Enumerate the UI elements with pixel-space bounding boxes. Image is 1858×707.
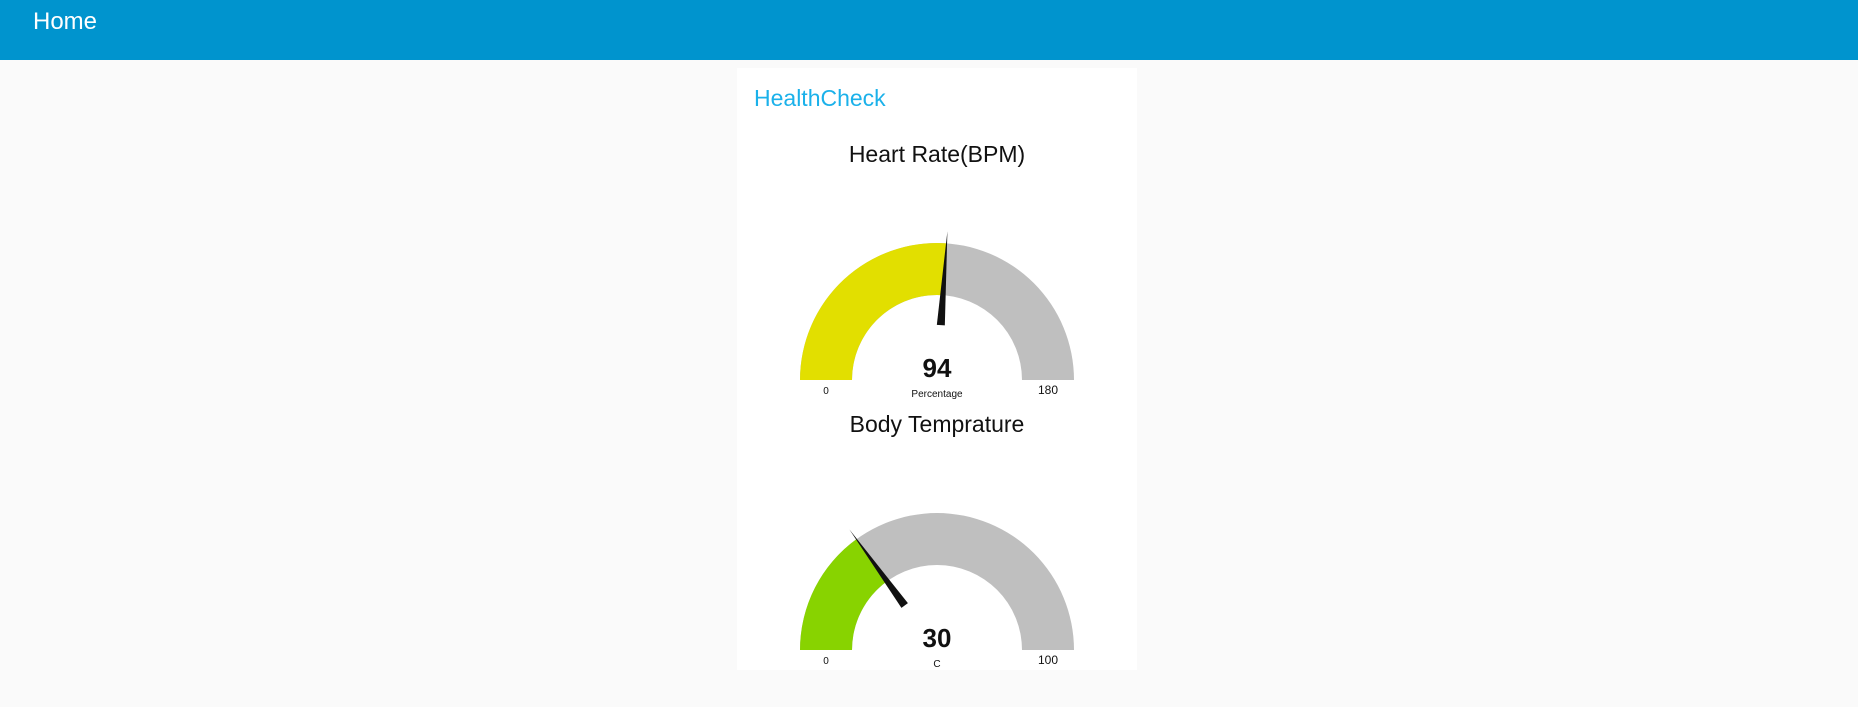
gauge-units-text: C bbox=[933, 659, 940, 670]
body-temperature-gauge-dial: 30 C 0 100 bbox=[800, 513, 1074, 670]
gauge-min-label: 0 bbox=[823, 656, 829, 667]
gauge-value-text: 94 bbox=[923, 353, 952, 383]
gauge-max-label: 180 bbox=[1038, 383, 1058, 397]
heart-rate-gauge: Heart Rate(BPM) 94 Percentage 0 180 bbox=[737, 140, 1137, 430]
gauge-title: Body Temprature bbox=[849, 411, 1025, 437]
gauge-max-label: 100 bbox=[1038, 653, 1058, 667]
gauge-units-text: Percentage bbox=[911, 389, 963, 400]
group-title: HealthCheck bbox=[754, 85, 886, 111]
top-toolbar: Home bbox=[0, 0, 1858, 60]
page-title: Home bbox=[33, 8, 98, 35]
gauge-min-label: 0 bbox=[823, 386, 829, 397]
gauge-value-text: 30 bbox=[923, 623, 952, 653]
heart-rate-gauge-dial: 94 Percentage 0 180 bbox=[800, 231, 1074, 400]
body-temperature-gauge: Body Temprature 30 C 0 100 bbox=[737, 410, 1137, 670]
gauge-title: Heart Rate(BPM) bbox=[848, 141, 1026, 167]
healthcheck-group-card: HealthCheck Heart Rate(BPM) 94 Percentag… bbox=[737, 68, 1137, 670]
